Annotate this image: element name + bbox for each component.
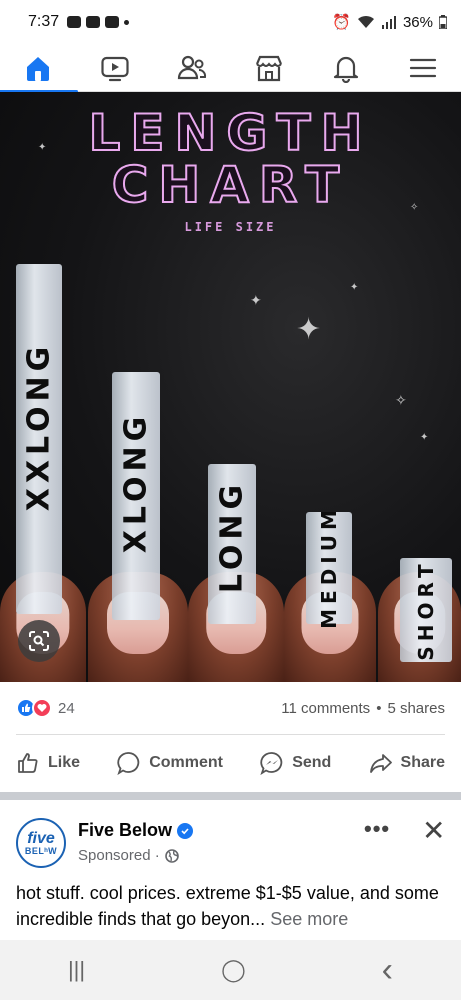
like-button[interactable]: Like bbox=[16, 751, 80, 775]
reactions-bar: 24 11 comments • 5 shares bbox=[0, 682, 461, 734]
sparkle-decoration: ✦ bbox=[350, 282, 359, 293]
youtube-notification-icon bbox=[86, 16, 101, 28]
wifi-icon bbox=[357, 15, 374, 28]
more-notifications-icon bbox=[124, 19, 130, 25]
hamburger-icon bbox=[409, 58, 436, 77]
sponsored-post: five BELʰW Five Below Sponsored · ••• ✕ … bbox=[0, 800, 461, 940]
home-icon bbox=[27, 56, 50, 81]
sparkle-decoration: ✦ bbox=[420, 432, 429, 443]
nail-short: SHORT bbox=[400, 558, 452, 662]
sponsored-text: hot stuff. cool prices. extreme $1-$5 va… bbox=[16, 880, 448, 932]
close-icon[interactable]: ✕ bbox=[422, 814, 445, 847]
sparkle-decoration: ✧ bbox=[395, 392, 407, 408]
marketplace-icon bbox=[255, 55, 282, 81]
chat-notification-icon bbox=[67, 16, 82, 28]
send-button[interactable]: Send bbox=[260, 751, 331, 775]
image-title-line1: LENGTH bbox=[88, 103, 373, 163]
sponsored-body: hot stuff. cool prices. extreme $1-$5 va… bbox=[16, 883, 439, 929]
lens-icon bbox=[29, 631, 49, 651]
nail-xlong: XLONG bbox=[112, 372, 160, 620]
back-button[interactable]: ‹ bbox=[382, 951, 393, 990]
share-button[interactable]: Share bbox=[369, 751, 445, 775]
nail-label-xxlong: XXLONG bbox=[21, 341, 57, 512]
nav-marketplace[interactable] bbox=[239, 44, 299, 92]
verified-badge-icon bbox=[177, 822, 194, 839]
see-more-link[interactable]: See more bbox=[270, 909, 348, 929]
sparkle-decoration: ✦ bbox=[296, 313, 322, 346]
sponsored-label[interactable]: Sponsored · bbox=[78, 847, 160, 864]
friends-icon bbox=[177, 55, 207, 79]
nail-label-medium: MEDIUM bbox=[317, 505, 341, 629]
sponsored-meta: Sponsored · bbox=[78, 847, 179, 864]
advertiser-name-row: Five Below bbox=[78, 820, 194, 841]
nail-xxlong: XXLONG bbox=[16, 264, 62, 614]
nav-notifications[interactable] bbox=[316, 44, 376, 92]
status-bar: 7:37 ⏰ 36% bbox=[0, 0, 461, 44]
comments-count[interactable]: 11 comments bbox=[281, 700, 370, 717]
nail-long: LONG bbox=[208, 464, 256, 624]
avatar-logo-text: five bbox=[27, 829, 55, 847]
comment-label: Comment bbox=[149, 754, 223, 771]
nail-label-xlong: XLONG bbox=[118, 411, 154, 554]
send-label: Send bbox=[292, 754, 332, 771]
system-indicators: ⏰ 36% bbox=[332, 13, 447, 31]
more-options-button[interactable]: ••• bbox=[364, 816, 390, 842]
nav-friends[interactable] bbox=[162, 44, 222, 92]
video-icon bbox=[101, 56, 129, 81]
battery-icon bbox=[439, 15, 447, 29]
messenger-icon bbox=[260, 752, 283, 775]
battery-level: 36% bbox=[402, 13, 433, 31]
nav-home[interactable] bbox=[0, 44, 79, 93]
bell-icon bbox=[333, 56, 358, 83]
advertiser-avatar[interactable]: five BELʰW bbox=[16, 818, 66, 868]
thumbs-up-icon bbox=[18, 753, 38, 773]
visual-search-button[interactable] bbox=[18, 620, 60, 662]
nail-label-short: SHORT bbox=[414, 559, 438, 661]
home-button[interactable]: ◯ bbox=[221, 957, 246, 983]
signal-icon bbox=[381, 16, 396, 29]
share-label: Share bbox=[400, 754, 445, 771]
main-nav bbox=[0, 44, 461, 93]
android-navigation-bar: ||| ◯ ‹ bbox=[0, 940, 461, 1000]
nail-medium: MEDIUM bbox=[306, 505, 352, 629]
nav-watch[interactable] bbox=[85, 44, 145, 92]
reaction-count[interactable]: 24 bbox=[58, 700, 75, 717]
divider bbox=[16, 734, 445, 735]
advertiser-name[interactable]: Five Below bbox=[78, 820, 172, 841]
nav-menu[interactable] bbox=[393, 44, 453, 92]
globe-icon bbox=[164, 848, 179, 863]
avatar-logo-subtext: BELʰW bbox=[24, 845, 58, 856]
alarm-icon: ⏰ bbox=[332, 14, 351, 31]
like-label: Like bbox=[48, 754, 81, 771]
engagement-counts: 11 comments • 5 shares bbox=[281, 700, 445, 717]
post-actions: Like Comment Send Share bbox=[0, 740, 461, 786]
dot-separator: • bbox=[376, 699, 382, 717]
notification-icons bbox=[67, 16, 130, 28]
sparkle-decoration: ✦ bbox=[250, 292, 262, 308]
image-title-line2: CHART bbox=[111, 155, 350, 215]
shares-count[interactable]: 5 shares bbox=[387, 700, 445, 717]
share-icon bbox=[369, 754, 392, 773]
feed-separator bbox=[0, 792, 461, 800]
reaction-icons[interactable] bbox=[16, 698, 52, 718]
recents-button[interactable]: ||| bbox=[68, 957, 85, 983]
comment-icon bbox=[117, 752, 140, 775]
post-image[interactable]: ✦ ✦ ✧ ✦ ✦ ✧ ✦ LENGTH CHART LIFE SIZE XXL… bbox=[0, 92, 461, 682]
status-time: 7:37 bbox=[28, 13, 60, 30]
image-subtitle: LIFE SIZE bbox=[184, 220, 277, 234]
nail-label-long: LONG bbox=[214, 479, 250, 594]
comment-button[interactable]: Comment bbox=[117, 751, 223, 775]
love-reaction-icon bbox=[32, 698, 52, 718]
app-notification-icon bbox=[105, 16, 120, 28]
